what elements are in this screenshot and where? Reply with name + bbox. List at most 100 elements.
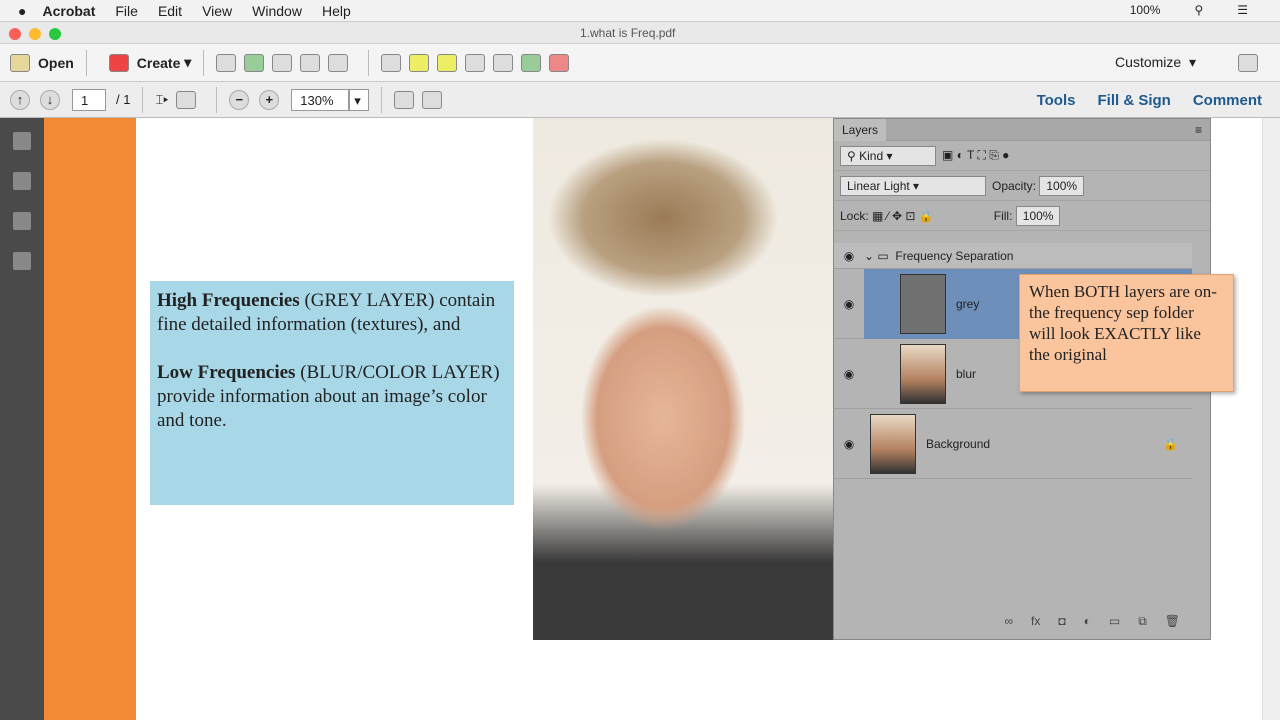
trash-icon[interactable]: 🗑 bbox=[1165, 614, 1180, 629]
layer-thumbnail bbox=[870, 413, 916, 474]
menu-file[interactable]: File bbox=[115, 3, 138, 19]
menu-edit[interactable]: Edit bbox=[158, 3, 182, 19]
layer-thumbnail bbox=[900, 273, 946, 334]
navigation-toolbar: ↑ ↓ 1 / 1 ⌶▸ − + 130% ▾ Tools Fill & Sig… bbox=[0, 82, 1280, 118]
eye-icon[interactable]: ◉ bbox=[834, 437, 864, 451]
create-pdf-icon bbox=[108, 53, 129, 72]
fill-label: Fill: bbox=[993, 208, 1013, 223]
save-icon[interactable] bbox=[216, 53, 237, 72]
layer-group[interactable]: ◉ ⌄ ▭ Frequency Separation bbox=[834, 243, 1192, 269]
menu-list-icon[interactable]: ☰ bbox=[1237, 3, 1248, 17]
print-icon[interactable] bbox=[272, 53, 293, 72]
bookmark-icon[interactable] bbox=[13, 172, 31, 190]
create-button[interactable]: Create ▾ bbox=[108, 53, 191, 72]
low-freq-heading: Low Frequencies bbox=[157, 362, 296, 383]
panel-menu-icon[interactable]: ≡ bbox=[1195, 123, 1202, 137]
attachment-icon[interactable] bbox=[13, 212, 31, 230]
new-group-icon[interactable]: ▭ bbox=[1109, 614, 1120, 629]
layers-tab[interactable]: Layers bbox=[834, 119, 887, 141]
select-tool-icon[interactable]: ⌶▸ bbox=[155, 92, 168, 108]
menu-bar: ● Acrobat File Edit View Window Help 100… bbox=[0, 0, 1280, 22]
zoom-out-icon[interactable]: − bbox=[229, 89, 250, 110]
menu-help[interactable]: Help bbox=[322, 3, 351, 19]
folder-icon bbox=[10, 53, 30, 72]
lock-label: Lock: bbox=[840, 208, 869, 223]
menu-acrobat[interactable]: Acrobat bbox=[42, 3, 95, 19]
document-page: High Frequencies (GREY LAYER) contain fi… bbox=[44, 118, 1262, 720]
blend-mode-select[interactable]: Linear Light ▾ bbox=[840, 175, 986, 196]
open-button[interactable]: Open bbox=[10, 53, 74, 72]
layer-name: grey bbox=[956, 296, 980, 311]
close-button[interactable] bbox=[9, 28, 21, 40]
sign-icon[interactable] bbox=[549, 53, 570, 72]
fit-page-icon[interactable] bbox=[394, 90, 415, 109]
kind-filter[interactable]: ⚲ Kind ▾ bbox=[840, 145, 936, 166]
pages-icon[interactable] bbox=[13, 132, 31, 150]
menu-view[interactable]: View bbox=[202, 3, 232, 19]
menu-window[interactable]: Window bbox=[252, 3, 302, 19]
secure-icon[interactable] bbox=[493, 53, 514, 72]
opacity-input[interactable]: 100% bbox=[1039, 175, 1085, 196]
main-toolbar: Open Create ▾ Customize ▾ bbox=[0, 44, 1280, 82]
vertical-scrollbar[interactable] bbox=[1262, 118, 1280, 720]
battery-text: 100% bbox=[1129, 3, 1161, 17]
edit-icon[interactable] bbox=[300, 53, 321, 72]
navigation-pane bbox=[0, 118, 44, 720]
hand-tool-icon[interactable] bbox=[176, 90, 197, 109]
eye-icon[interactable]: ◉ bbox=[834, 297, 864, 311]
adjustment-icon[interactable]: ◐ bbox=[1084, 614, 1091, 629]
zoom-in-icon[interactable]: + bbox=[259, 89, 280, 110]
page-total: / 1 bbox=[116, 92, 131, 107]
annotation-note: When BOTH layers are on- the frequency s… bbox=[1019, 274, 1234, 392]
email-icon[interactable] bbox=[328, 53, 349, 72]
layer-name: Background bbox=[926, 436, 991, 451]
zoom-button[interactable] bbox=[49, 28, 61, 40]
group-name: Frequency Separation bbox=[895, 248, 1014, 263]
open-label: Open bbox=[38, 54, 74, 71]
comment-link[interactable]: Comment bbox=[1193, 92, 1262, 109]
apple-icon[interactable]: ● bbox=[18, 3, 26, 19]
mask-icon[interactable]: ◘ bbox=[1058, 614, 1065, 629]
window-title: 1.what is Freq.pdf bbox=[580, 26, 676, 40]
title-bar: 1.what is Freq.pdf bbox=[0, 22, 1280, 44]
page-number-input[interactable]: 1 bbox=[72, 88, 106, 111]
fit-width-icon[interactable] bbox=[422, 90, 443, 109]
frequency-text-box: High Frequencies (GREY LAYER) contain fi… bbox=[150, 281, 514, 505]
lock-icons[interactable]: ▦ ⁄ ✥ ⊡ 🔒 bbox=[872, 209, 934, 223]
export-icon[interactable] bbox=[521, 53, 542, 72]
zoom-dropdown[interactable]: ▾ bbox=[349, 88, 370, 111]
search-icon[interactable]: ⚲ bbox=[1194, 3, 1203, 17]
upload-icon[interactable] bbox=[244, 53, 265, 72]
layers-footer: ∞ fx ◘ ◐ ▭ ⧉ 🗑 bbox=[1004, 614, 1180, 629]
highlight-icon[interactable] bbox=[437, 53, 458, 72]
fullscreen-icon[interactable] bbox=[1238, 53, 1258, 72]
layer-background[interactable]: ◉ Background 🔒 bbox=[834, 409, 1192, 479]
fx-icon[interactable]: fx bbox=[1031, 614, 1040, 629]
tools-link[interactable]: Tools bbox=[1037, 92, 1076, 109]
orange-band bbox=[44, 118, 136, 720]
customize-button[interactable]: Customize ▾ bbox=[1115, 54, 1196, 71]
eye-icon[interactable]: ◉ bbox=[834, 367, 864, 381]
fill-input[interactable]: 100% bbox=[1015, 205, 1061, 226]
previous-page-icon[interactable]: ↑ bbox=[10, 89, 30, 110]
high-freq-heading: High Frequencies bbox=[157, 290, 300, 311]
document-icon[interactable] bbox=[465, 53, 486, 72]
portrait-image bbox=[533, 118, 833, 640]
minimize-button[interactable] bbox=[29, 28, 41, 40]
opacity-label: Opacity: bbox=[992, 178, 1037, 193]
gear-icon[interactable] bbox=[381, 53, 402, 72]
zoom-input[interactable]: 130% bbox=[291, 88, 350, 111]
lock-icon: 🔒 bbox=[1163, 436, 1178, 451]
eye-icon[interactable]: ◉ bbox=[834, 249, 864, 263]
folder-icon: ⌄ ▭ bbox=[864, 248, 896, 263]
link-icon[interactable]: ∞ bbox=[1004, 614, 1013, 629]
filter-icons[interactable]: ▣ ◐ T ⛶ ⎘ ● bbox=[942, 148, 1009, 163]
layer-thumbnail bbox=[900, 343, 946, 404]
new-layer-icon[interactable]: ⧉ bbox=[1138, 614, 1147, 629]
create-label: Create bbox=[136, 54, 181, 71]
signature-icon[interactable] bbox=[13, 252, 31, 270]
fill-sign-link[interactable]: Fill & Sign bbox=[1097, 92, 1170, 109]
layer-name: blur bbox=[956, 366, 977, 381]
comment-icon[interactable] bbox=[409, 53, 430, 72]
next-page-icon[interactable]: ↓ bbox=[40, 89, 60, 110]
